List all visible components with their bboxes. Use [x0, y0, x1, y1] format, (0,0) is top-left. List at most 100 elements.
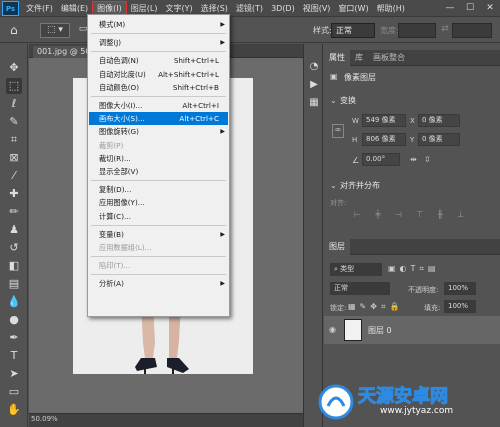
chevron-down-icon[interactable]: ⌄	[330, 181, 337, 190]
style-select[interactable]: 正常	[331, 23, 375, 38]
marquee-tool-icon[interactable]: ⬚	[6, 78, 22, 94]
brush-tool-icon[interactable]: ✏	[6, 204, 22, 220]
lasso-tool-icon[interactable]: ℓ	[6, 96, 22, 112]
menu-item[interactable]: 裁切(R)...	[89, 152, 228, 165]
menu-view[interactable]: 视图(V)	[299, 1, 335, 16]
flip-vertical-icon[interactable]: ⇳	[424, 155, 431, 164]
move-tool-icon[interactable]: ✥	[6, 60, 22, 76]
menu-item[interactable]: 调整(J) ▶	[89, 36, 228, 49]
watermark-brand: 天源安卓网	[358, 386, 449, 408]
frame-tool-icon[interactable]: ⊠	[6, 150, 22, 166]
menu-item[interactable]: 变量(B) ▶	[89, 228, 228, 241]
dodge-icon[interactable]: ●	[6, 312, 22, 328]
y-field[interactable]: 0 像素	[418, 133, 460, 146]
healing-brush-icon[interactable]: ✚	[6, 186, 22, 202]
zoom-level[interactable]: 50.09%	[31, 415, 58, 423]
submenu-arrow-icon: ▶	[220, 21, 225, 28]
menu-item[interactable]: 应用图像(Y)...	[89, 196, 228, 209]
crop-tool-icon[interactable]: ⌗	[6, 132, 22, 148]
gradient-icon[interactable]: ▤	[6, 276, 22, 292]
layer-filter-kind[interactable]: ⌕ 类型	[330, 263, 382, 276]
eyedropper-icon[interactable]: ⁄	[6, 168, 22, 184]
close-button[interactable]: ✕	[480, 0, 500, 17]
angle-field[interactable]: 0.00°	[362, 153, 400, 166]
menu-item[interactable]: 显示全部(V)	[89, 165, 228, 178]
tab-layers[interactable]: 图层	[324, 239, 350, 255]
layer-filter-icons[interactable]: ▣◐T⌗▤	[388, 264, 440, 274]
path-selection-icon[interactable]: ➤	[6, 366, 22, 382]
photoshop-logo: Ps	[2, 1, 19, 16]
lock-icons[interactable]: ▦✎✥⌗🔒	[348, 302, 403, 312]
menu-separator	[91, 224, 226, 226]
layer-row[interactable]: ◉ 图层 0	[324, 316, 500, 344]
home-icon[interactable]: ⌂	[10, 23, 24, 37]
image-menu-dropdown: 模式(M) ▶ 调整(J) ▶ 自动色调(N) Shift+Ctrl+L 自动对比度(U) A…	[87, 14, 230, 317]
tab-artboards[interactable]: 画板整合	[368, 50, 410, 66]
actions-panel-icon[interactable]: ▶	[307, 78, 321, 92]
menu-3d[interactable]: 3D(D)	[267, 1, 299, 16]
height-input[interactable]	[452, 23, 492, 38]
type-tool-icon[interactable]: T	[6, 348, 22, 364]
layer-name: 图层 0	[368, 326, 392, 335]
submenu-arrow-icon: ▶	[220, 39, 225, 47]
menu-item[interactable]: 画布大小(S)... Alt+Ctrl+C	[89, 112, 228, 126]
swatches-panel-icon[interactable]: ▦	[307, 96, 321, 110]
maximize-button[interactable]: ☐	[460, 0, 480, 17]
opacity-field[interactable]: 100%	[444, 282, 476, 295]
eraser-icon[interactable]: ◧	[6, 258, 22, 274]
quick-selection-icon[interactable]: ✎	[6, 114, 22, 130]
blur-icon[interactable]: 💧	[6, 294, 22, 310]
swap-icon[interactable]: ⇄	[440, 23, 450, 38]
menu-item[interactable]: 图像旋转(G) ▶	[89, 125, 228, 138]
menu-separator	[91, 51, 226, 53]
menu-item-label: 变量(B)	[99, 229, 124, 239]
history-brush-icon[interactable]: ↺	[6, 240, 22, 256]
menu-item-label: 裁剪(P)	[99, 140, 124, 150]
blend-mode-select[interactable]: 正常	[330, 282, 390, 295]
rectangle-tool-icon[interactable]: ▭	[6, 384, 22, 400]
clone-stamp-icon[interactable]: ♟	[6, 222, 22, 238]
menu-item[interactable]: 自动对比度(U) Alt+Shift+Ctrl+L	[89, 68, 228, 81]
chevron-down-icon[interactable]: ⌄	[330, 96, 337, 105]
menu-item-shortcut: Alt+Shift+Ctrl+L	[158, 69, 219, 79]
x-field[interactable]: 0 像素	[418, 114, 460, 127]
width-field[interactable]: 549 像素	[362, 114, 406, 127]
width-input[interactable]	[398, 23, 436, 38]
submenu-arrow-icon: ▶	[220, 280, 225, 288]
menu-window[interactable]: 窗口(W)	[334, 1, 372, 16]
panel-icon-strip: ◔ ▶ ▦	[303, 44, 323, 427]
menu-item-shortcut: Alt+Ctrl+C	[179, 114, 219, 124]
watermark: 天源安卓网 www.jytyaz.com	[318, 380, 500, 424]
menu-filter[interactable]: 滤镜(T)	[232, 1, 267, 16]
tab-libraries[interactable]: 库	[350, 50, 368, 66]
menu-item[interactable]: 计算(C)...	[89, 210, 228, 223]
eye-icon[interactable]: ◉	[329, 325, 336, 334]
menu-file[interactable]: 文件(F)	[22, 1, 57, 16]
layer-type-label: 像素图层	[344, 73, 376, 82]
menu-item[interactable]: 分析(A) ▶	[89, 277, 228, 290]
menu-item[interactable]: 自动颜色(O) Shift+Ctrl+B	[89, 81, 228, 94]
menu-item[interactable]: 图像大小(I)... Alt+Ctrl+I	[89, 99, 228, 112]
menu-item[interactable]: 自动色调(N) Shift+Ctrl+L	[89, 54, 228, 67]
minimize-button[interactable]: —	[440, 0, 460, 17]
align-icons[interactable]: ⊢ ╪ ⊣ ⊤ ╫ ⊥	[354, 210, 470, 219]
fill-field[interactable]: 100%	[444, 300, 476, 313]
link-dimensions-icon[interactable]: ∞	[332, 124, 344, 138]
height-field[interactable]: 806 像素	[362, 133, 406, 146]
tab-properties[interactable]: 属性	[324, 50, 350, 66]
watermark-logo-icon	[318, 384, 354, 420]
w-label: W	[352, 117, 359, 125]
style-label: 样式:	[313, 26, 332, 35]
transform-title: 变换	[340, 96, 356, 105]
menu-help[interactable]: 帮助(H)	[373, 1, 409, 16]
menu-item[interactable]: 复制(D)...	[89, 183, 228, 196]
menu-item: 应用数据组(L)...	[89, 241, 228, 254]
menu-item[interactable]: 模式(M) ▶	[89, 18, 228, 31]
flip-horizontal-icon[interactable]: ⇹	[410, 155, 417, 164]
hand-tool-icon[interactable]: ✋	[6, 402, 22, 418]
menu-item-shortcut: Shift+Ctrl+B	[172, 82, 219, 92]
x-label: X	[410, 117, 415, 125]
marquee-tool-preset[interactable]: ⬚ ▾	[40, 23, 70, 38]
history-panel-icon[interactable]: ◔	[307, 60, 321, 74]
pen-tool-icon[interactable]: ✒	[6, 330, 22, 346]
